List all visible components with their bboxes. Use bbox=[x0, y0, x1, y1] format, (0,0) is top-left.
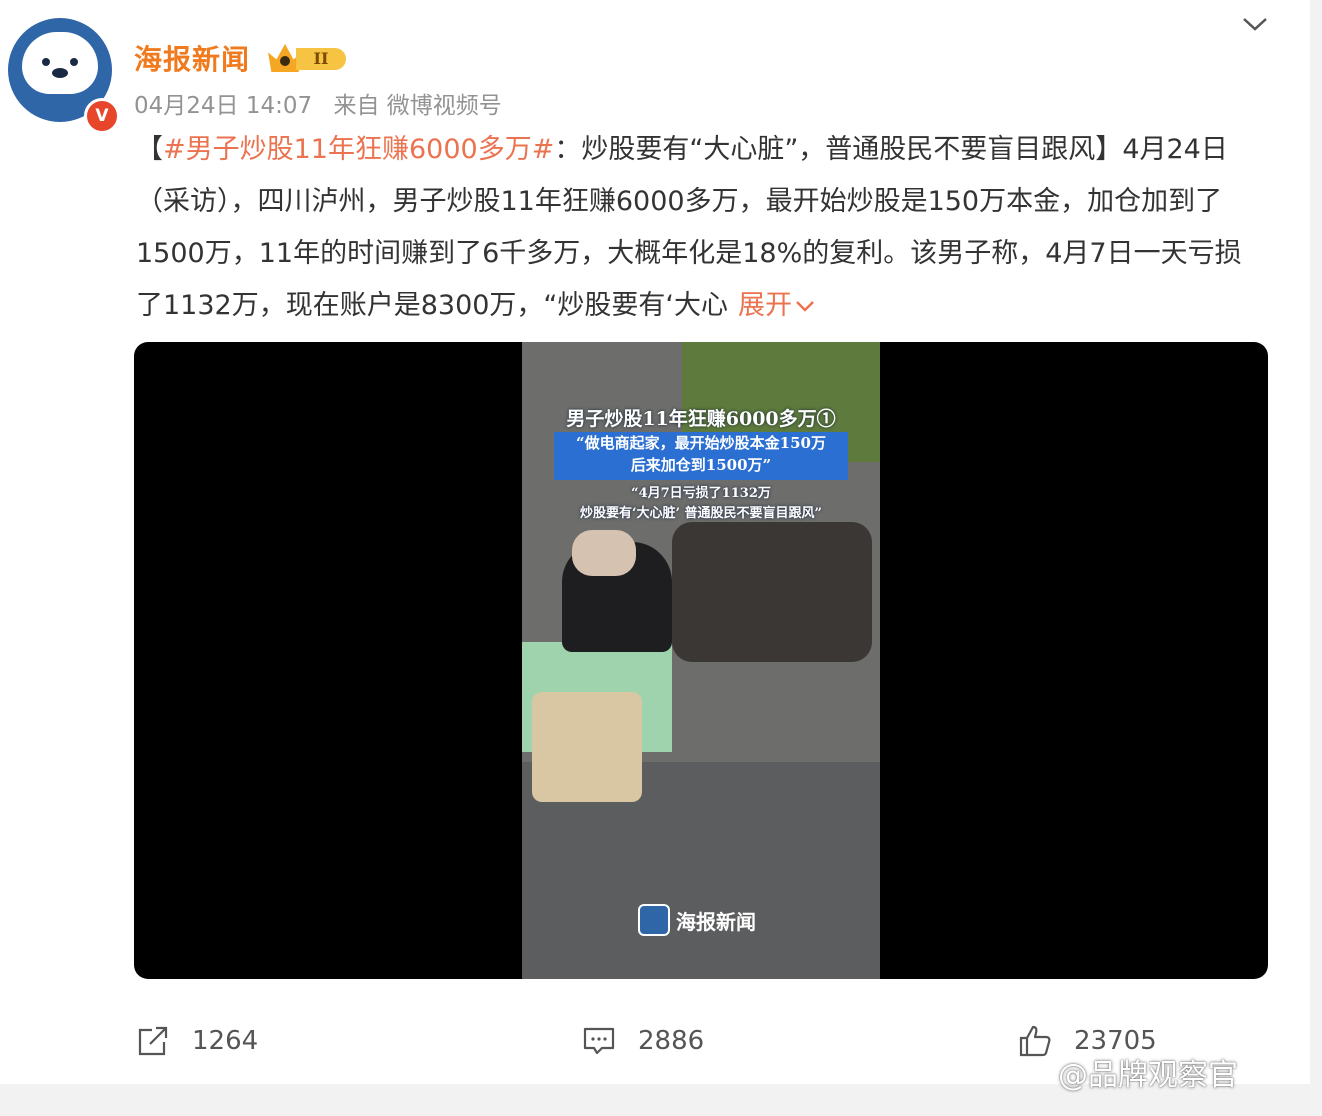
share-icon bbox=[138, 1026, 168, 1056]
expand-link[interactable]: 展开 bbox=[738, 290, 816, 321]
share-count: 1264 bbox=[192, 1026, 259, 1056]
post-source: 来自 微博视频号 bbox=[333, 93, 502, 119]
chevron-down-icon[interactable] bbox=[1240, 14, 1270, 38]
comment-button[interactable]: 2886 bbox=[582, 1016, 704, 1066]
video-caption-title: 男子炒股11年狂赚6000多万① bbox=[566, 408, 836, 430]
site-watermark: @品牌观察官 bbox=[1058, 1058, 1238, 1093]
bracket-open: 【 bbox=[136, 134, 163, 165]
weibo-post-card: V 海报新闻 II 04月24日 14:07 来自 微博视频号 【#男子炒股11… bbox=[0, 0, 1310, 1084]
verified-icon: V bbox=[84, 98, 120, 134]
member-level-badge[interactable]: II bbox=[268, 44, 348, 72]
video-caption-lower: “4月7日亏损了1132万 炒股要有‘大心脏’ 普通股民不要盲目跟风” bbox=[532, 484, 870, 524]
author-name[interactable]: 海报新闻 bbox=[134, 38, 250, 78]
video-player[interactable]: 男子炒股11年狂赚6000多万① “做电商起家，最开始炒股本金150万 后来加仓… bbox=[134, 342, 1268, 979]
post-text: 【#男子炒股11年狂赚6000多万#：炒股要有“大心脏”，普通股民不要盲目跟风】… bbox=[136, 124, 1256, 332]
hashtag-link[interactable]: #男子炒股11年狂赚6000多万# bbox=[163, 134, 554, 165]
level-label: II bbox=[296, 48, 346, 70]
video-watermark-text: 海报新闻 bbox=[676, 909, 756, 934]
share-button[interactable]: 1264 bbox=[136, 1016, 258, 1066]
post-meta: 04月24日 14:07 来自 微博视频号 bbox=[134, 86, 502, 120]
expand-label: 展开 bbox=[738, 290, 792, 321]
comment-count: 2886 bbox=[638, 1026, 705, 1056]
video-caption-box-line1: “做电商起家，最开始炒股本金150万 bbox=[576, 434, 826, 452]
chevron-down-icon bbox=[796, 301, 814, 312]
video-frame: 男子炒股11年狂赚6000多万① “做电商起家，最开始炒股本金150万 后来加仓… bbox=[522, 342, 880, 979]
video-caption-line4: 炒股要有‘大心脏’ 普通股民不要盲目跟风” bbox=[579, 506, 823, 521]
post-title-rest: ：炒股要有“大心脏”，普通股民不要盲目跟风】 bbox=[554, 134, 1123, 165]
video-caption-box-line2: 后来加仓到1500万” bbox=[630, 456, 772, 474]
thumbs-up-icon bbox=[1019, 1025, 1051, 1057]
post-date[interactable]: 04月24日 14:07 bbox=[134, 93, 312, 119]
video-watermark: 海报新闻 bbox=[638, 904, 756, 936]
video-caption-line3: “4月7日亏损了1132万 bbox=[631, 486, 771, 501]
video-caption-box: “做电商起家，最开始炒股本金150万 后来加仓到1500万” bbox=[554, 432, 848, 480]
seal-logo-icon bbox=[22, 32, 98, 94]
comment-icon bbox=[583, 1027, 615, 1055]
seal-logo-icon bbox=[638, 904, 670, 936]
